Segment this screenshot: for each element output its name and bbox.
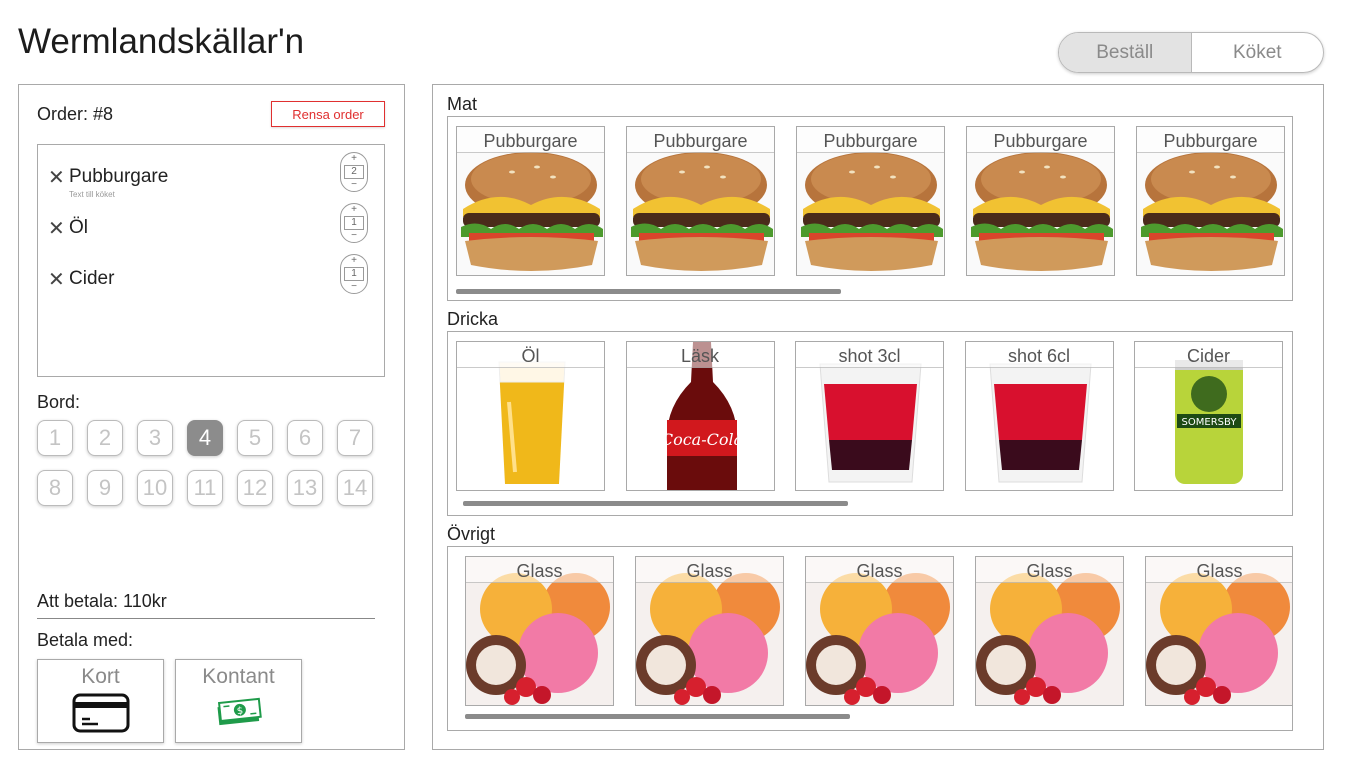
svg-text:$: $	[236, 706, 243, 718]
menu-item-card[interactable]: Glass	[975, 556, 1124, 706]
section-title-drinks: Dricka	[447, 309, 499, 329]
decrease-button[interactable]: −	[351, 180, 357, 190]
table-button[interactable]: 9	[87, 470, 123, 506]
table-button[interactable]: 5	[237, 420, 273, 456]
decrease-button[interactable]: −	[351, 282, 357, 292]
menu-item-card[interactable]: Coca-Cola Läsk	[625, 341, 775, 491]
pay-card-button[interactable]: Kort	[37, 659, 164, 743]
menu-item-card[interactable]: Glass	[805, 556, 954, 706]
table-button[interactable]: 6	[287, 420, 323, 456]
table-label: Bord:	[37, 392, 81, 412]
remove-icon[interactable]: ✕	[48, 165, 65, 190]
menu-item-card[interactable]: Pubburgare	[456, 126, 605, 276]
menu-item-card[interactable]: SOMERSBY Cider	[1134, 341, 1283, 491]
table-button[interactable]: 1	[37, 420, 73, 456]
other-section: Glass Glass Glass Glass Glass	[447, 546, 1293, 731]
menu-item-label: Glass	[1146, 557, 1292, 583]
drinks-scrollbar[interactable]	[463, 501, 848, 506]
table-picker: 1 2 3 4 5 6 7 8 9 10 11 12 13 14	[37, 420, 389, 506]
quantity-stepper: + 1 −	[340, 203, 368, 243]
amount-due: Att betala: 110kr	[37, 591, 167, 611]
table-button[interactable]: 7	[337, 420, 373, 456]
table-button[interactable]: 8	[37, 470, 73, 506]
table-button[interactable]: 4	[187, 420, 223, 456]
menu-item-label: Cider	[1135, 342, 1282, 368]
menu-item-label: Pubburgare	[457, 127, 604, 153]
svg-text:Coca-Cola: Coca-Cola	[660, 430, 742, 449]
tab-order[interactable]: Beställ	[1059, 33, 1192, 72]
menu-panel: Mat Pubburgare Pubburgare Pubburgare Pub…	[432, 84, 1324, 750]
mode-toggle: Beställ Köket	[1058, 32, 1324, 73]
quantity-stepper: + 2 −	[340, 152, 368, 192]
pay-cash-button[interactable]: Kontant $	[175, 659, 302, 743]
order-item: ✕ Öl + 1 −	[48, 203, 368, 256]
cash-icon: $	[176, 693, 301, 729]
decrease-button[interactable]: −	[351, 231, 357, 241]
order-panel: Order: #8 Rensa order ✕ Pubburgare Text …	[18, 84, 405, 750]
menu-item-card[interactable]: shot 6cl	[964, 341, 1114, 491]
other-scrollbar[interactable]	[465, 714, 850, 719]
clear-order-button[interactable]: Rensa order	[271, 101, 385, 127]
credit-card-icon	[38, 693, 163, 733]
table-button[interactable]: 12	[237, 470, 273, 506]
pay-cash-label: Kontant	[202, 665, 275, 688]
menu-item-card[interactable]: Pubburgare	[1136, 126, 1285, 276]
order-item: ✕ Cider + 1 −	[48, 254, 368, 307]
remove-icon[interactable]: ✕	[48, 216, 65, 241]
kitchen-note[interactable]: Text till köket	[69, 190, 115, 199]
menu-item-label: Glass	[636, 557, 783, 583]
divider	[37, 618, 375, 619]
order-item-name: Pubburgare	[69, 166, 169, 187]
pay-card-label: Kort	[81, 665, 120, 688]
menu-item-label: shot 6cl	[965, 342, 1113, 368]
increase-button[interactable]: +	[351, 154, 357, 164]
pay-with-label: Betala med:	[37, 630, 134, 650]
section-title-food: Mat	[447, 94, 478, 114]
food-scrollbar[interactable]	[456, 289, 841, 294]
menu-item-label: Glass	[806, 557, 953, 583]
table-button[interactable]: 11	[187, 470, 223, 506]
menu-item-card[interactable]: Glass	[465, 556, 614, 706]
menu-item-label: Öl	[457, 342, 604, 368]
menu-item-label: Pubburgare	[1137, 127, 1284, 153]
order-number: Order: #8	[37, 104, 114, 124]
menu-item-card[interactable]: shot 3cl	[795, 341, 944, 491]
tab-kitchen[interactable]: Köket	[1192, 33, 1324, 72]
order-item-name: Öl	[69, 217, 88, 238]
quantity-value[interactable]: 1	[344, 267, 364, 281]
order-list: ✕ Pubburgare Text till köket + 2 − ✕ Öl …	[37, 144, 385, 377]
remove-icon[interactable]: ✕	[48, 267, 65, 292]
menu-item-label: Pubburgare	[627, 127, 774, 153]
quantity-value[interactable]: 2	[344, 165, 364, 179]
drinks-section: Öl Coca-Cola Läsk shot 3cl shot 6cl SOMER…	[447, 331, 1293, 516]
order-item-name: Cider	[69, 268, 115, 289]
menu-item-card[interactable]: Pubburgare	[796, 126, 945, 276]
menu-item-label: Pubburgare	[967, 127, 1114, 153]
menu-item-card[interactable]: Glass	[635, 556, 784, 706]
menu-item-card[interactable]: Glass	[1145, 556, 1292, 706]
quantity-stepper: + 1 −	[340, 254, 368, 294]
table-button[interactable]: 13	[287, 470, 323, 506]
table-button[interactable]: 14	[337, 470, 373, 506]
app-title: Wermlandskällar'n	[18, 22, 305, 61]
table-button[interactable]: 10	[137, 470, 173, 506]
menu-item-label: Glass	[976, 557, 1123, 583]
food-section: Pubburgare Pubburgare Pubburgare Pubburg…	[447, 116, 1293, 301]
menu-item-label: Glass	[466, 557, 613, 583]
table-button[interactable]: 3	[137, 420, 173, 456]
table-button[interactable]: 2	[87, 420, 123, 456]
section-title-other: Övrigt	[447, 524, 496, 544]
menu-item-card[interactable]: Öl	[456, 341, 605, 491]
increase-button[interactable]: +	[351, 256, 357, 266]
increase-button[interactable]: +	[351, 205, 357, 215]
menu-item-card[interactable]: Pubburgare	[966, 126, 1115, 276]
menu-item-card[interactable]: Pubburgare	[626, 126, 775, 276]
menu-item-label: shot 3cl	[796, 342, 943, 368]
quantity-value[interactable]: 1	[344, 216, 364, 230]
menu-item-label: Läsk	[626, 342, 774, 368]
menu-item-label: Pubburgare	[797, 127, 944, 153]
svg-text:SOMERSBY: SOMERSBY	[1182, 417, 1238, 428]
order-item: ✕ Pubburgare Text till köket + 2 −	[48, 152, 368, 205]
